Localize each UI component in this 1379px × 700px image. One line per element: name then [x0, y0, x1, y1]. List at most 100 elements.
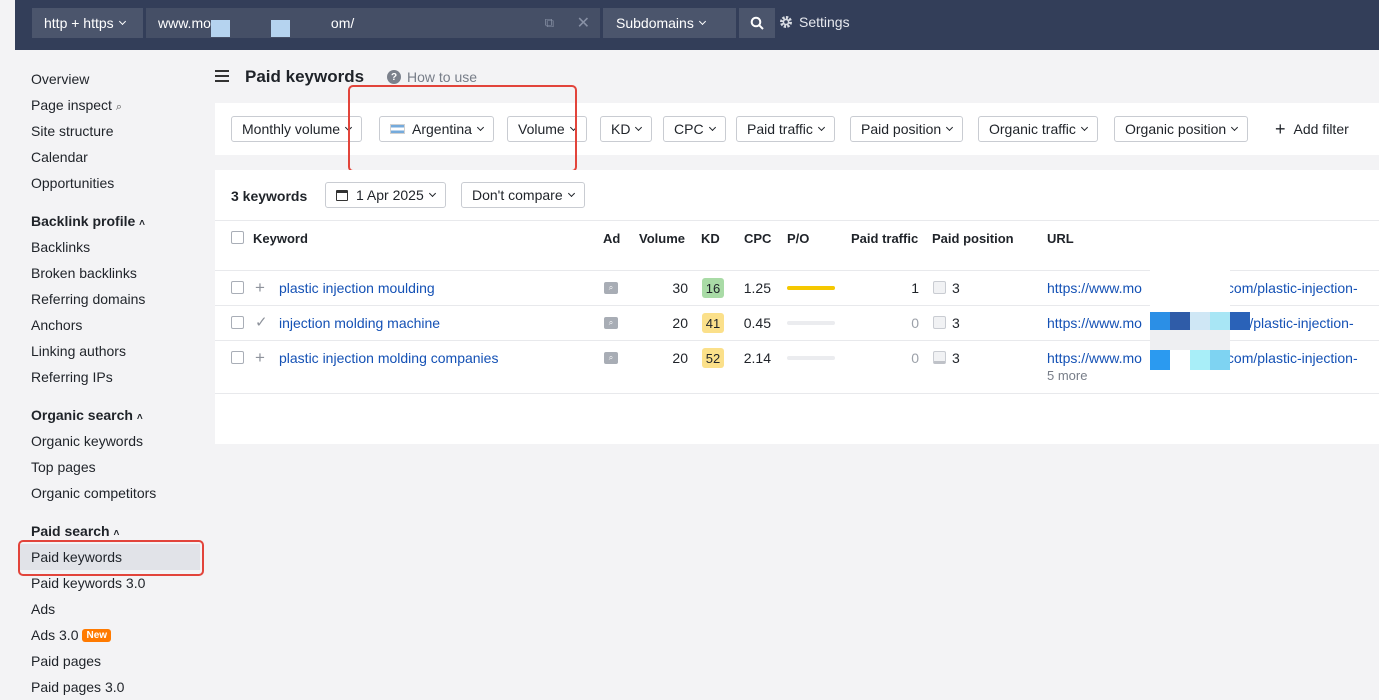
kd-badge: 41 [702, 313, 724, 333]
sidebar-item-organic-keywords[interactable]: Organic keywords [31, 433, 143, 449]
calendar-icon [336, 189, 348, 201]
redacted-block [1190, 312, 1210, 330]
sidebar-section-paid-search[interactable]: Paid search ˄ [31, 523, 119, 539]
column-header-paid-position[interactable]: Paid position [932, 231, 1014, 246]
plus-icon[interactable]: + [255, 279, 265, 296]
filter-monthly-volume[interactable]: Monthly volume [231, 116, 363, 142]
date-picker[interactable]: 1 Apr 2025 [325, 182, 446, 208]
column-header-paid-traffic[interactable]: Paid traffic [851, 231, 918, 246]
redacted-block [1230, 312, 1250, 330]
filter-label: Monthly volume [242, 121, 341, 137]
sidebar-item-overview[interactable]: Overview [31, 71, 89, 87]
column-header-kd[interactable]: KD [701, 231, 720, 246]
filter-cpc[interactable]: CPC [663, 116, 726, 142]
search-icon [750, 16, 764, 30]
settings-label: Settings [799, 14, 850, 30]
serp-position-icon[interactable] [933, 351, 946, 364]
paid-position-value: 3 [952, 315, 960, 331]
filter-organic-position[interactable]: Organic position [1114, 116, 1249, 142]
gear-icon [780, 16, 792, 28]
plus-icon[interactable]: + [255, 349, 265, 366]
ad-preview-icon[interactable]: ⌕ [604, 352, 618, 364]
column-header-cpc[interactable]: CPC [744, 231, 771, 246]
sidebar-item-page-inspect[interactable]: Page inspect ⌕ [31, 97, 122, 114]
sidebar-item-linking-authors[interactable]: Linking authors [31, 343, 126, 359]
column-header-url[interactable]: URL [1047, 231, 1074, 246]
filter-paid-position[interactable]: Paid position [850, 116, 964, 142]
date-label: 1 Apr 2025 [356, 187, 424, 203]
sidebar-section-organic-search[interactable]: Organic search ˄ [31, 407, 143, 423]
row-checkbox[interactable] [231, 351, 244, 364]
paid-traffic-value: 0 [911, 315, 919, 331]
sidebar-item-backlinks[interactable]: Backlinks [31, 239, 90, 255]
filter-label: Paid position [861, 121, 942, 137]
sidebar-item-paid-pages[interactable]: Paid pages [31, 653, 101, 669]
section-label: Paid search [31, 523, 110, 539]
sidebar-item-anchors[interactable]: Anchors [31, 317, 82, 333]
add-filter-button[interactable]: + Add filter [1275, 120, 1349, 138]
redacted-block [1190, 350, 1210, 370]
settings-button[interactable]: Settings [779, 14, 850, 30]
sidebar-item-paid-keywords-3[interactable]: Paid keywords 3.0 [31, 575, 145, 591]
section-label: Backlink profile [31, 213, 136, 229]
menu-icon[interactable] [215, 70, 229, 85]
redacted-block [1150, 330, 1230, 350]
serp-position-icon[interactable] [933, 281, 946, 294]
sidebar: Overview Page inspect ⌕ Site structure C… [0, 50, 215, 700]
check-icon[interactable]: ✓ [255, 315, 268, 330]
keyword-link[interactable]: injection molding machine [279, 315, 440, 331]
paid-traffic-value: 1 [911, 280, 919, 296]
url-text: l.com/plastic-injection- [1219, 280, 1358, 296]
serp-position-icon[interactable] [933, 316, 946, 329]
chevron-down-icon [1231, 123, 1239, 132]
protocol-dropdown[interactable]: http + https [32, 8, 143, 38]
url-text-end: om/ [330, 15, 355, 31]
select-all-checkbox[interactable] [231, 231, 244, 244]
kd-badge: 16 [702, 278, 724, 298]
ad-preview-icon[interactable]: ⌕ [604, 282, 618, 294]
row-checkbox[interactable] [231, 281, 244, 294]
sidebar-item-calendar[interactable]: Calendar [31, 149, 88, 165]
chevron-up-icon: ˄ [139, 218, 145, 229]
sidebar-item-opportunities[interactable]: Opportunities [31, 175, 114, 191]
sidebar-section-backlink-profile[interactable]: Backlink profile ˄ [31, 213, 145, 229]
filter-label: KD [611, 121, 631, 137]
how-to-use-link[interactable]: ? How to use [387, 69, 477, 85]
sidebar-item-paid-pages-3[interactable]: Paid pages 3.0 [31, 679, 124, 695]
column-header-volume[interactable]: Volume [639, 231, 685, 246]
url-input[interactable]: www.mo om/ ⧉ ✕ [146, 8, 600, 38]
close-icon[interactable]: ✕ [577, 13, 590, 33]
section-label: Organic search [31, 407, 133, 423]
filter-organic-traffic[interactable]: Organic traffic [978, 116, 1098, 142]
ad-preview-icon[interactable]: ⌕ [604, 317, 618, 329]
sidebar-item-site-structure[interactable]: Site structure [31, 123, 113, 139]
paid-position-value: 3 [952, 280, 960, 296]
filter-kd[interactable]: KD [600, 116, 653, 142]
column-header-keyword[interactable]: Keyword [253, 231, 308, 246]
column-header-ad[interactable]: Ad [603, 231, 620, 246]
search-button[interactable] [739, 8, 775, 38]
sidebar-item-organic-competitors[interactable]: Organic competitors [31, 485, 156, 501]
subdomains-dropdown[interactable]: Subdomains [603, 8, 736, 38]
external-link-icon[interactable]: ⧉ [545, 15, 554, 31]
protocol-label: http + https [44, 15, 114, 31]
sidebar-item-broken-backlinks[interactable]: Broken backlinks [31, 265, 137, 281]
filter-label: Organic position [1125, 121, 1227, 137]
sidebar-item-referring-ips[interactable]: Referring IPs [31, 369, 113, 385]
sidebar-item-referring-domains[interactable]: Referring domains [31, 291, 145, 307]
volume-value: 20 [672, 315, 688, 331]
row-checkbox[interactable] [231, 316, 244, 329]
sidebar-item-ads-3[interactable]: Ads 3.0 New [31, 627, 112, 643]
column-header-po[interactable]: P/O [787, 231, 809, 246]
more-urls-link[interactable]: 5 more [1047, 368, 1087, 383]
annotation-highlight-box [348, 85, 577, 172]
redacted-block [211, 20, 230, 37]
sidebar-item-top-pages[interactable]: Top pages [31, 459, 96, 475]
compare-dropdown[interactable]: Don't compare [461, 182, 585, 208]
redacted-block [1170, 312, 1190, 330]
filter-paid-traffic[interactable]: Paid traffic [736, 116, 835, 142]
sidebar-item-ads[interactable]: Ads [31, 601, 55, 617]
keyword-link[interactable]: plastic injection molding companies [279, 350, 498, 366]
cpc-value: 0.45 [743, 315, 771, 331]
keyword-link[interactable]: plastic injection moulding [279, 280, 435, 296]
